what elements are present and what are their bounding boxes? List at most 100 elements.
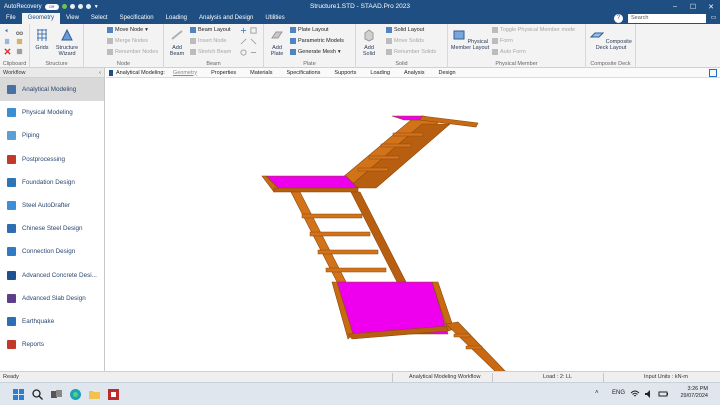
copy-icon[interactable] bbox=[4, 38, 11, 45]
search-input[interactable]: Search bbox=[628, 14, 706, 23]
generate-mesh-button[interactable]: Generate Mesh ▾ bbox=[290, 49, 341, 55]
beam-tool-icon[interactable] bbox=[240, 49, 247, 56]
workflow-item-physical-modeling[interactable]: Physical Modeling bbox=[0, 101, 104, 124]
file-explorer-icon[interactable] bbox=[88, 388, 101, 401]
insert-node-button[interactable]: Insert Node bbox=[190, 38, 226, 44]
move-solids-button[interactable]: Move Solids bbox=[386, 38, 424, 44]
renumber-nodes-button[interactable]: Renumber Nodes bbox=[107, 49, 158, 55]
add-solid-label: Add Solid bbox=[362, 45, 376, 57]
add-plate-icon bbox=[271, 31, 283, 39]
toggle-physical-member-button[interactable]: Toggle Physical Member mode bbox=[492, 27, 575, 33]
tread bbox=[392, 132, 424, 137]
page-control-handle[interactable] bbox=[109, 70, 113, 76]
physical-member-layout-button[interactable]: Physical Member Layout bbox=[450, 28, 490, 51]
parametric-models-button[interactable]: Parametric Models bbox=[290, 38, 344, 44]
minimize-button[interactable]: – bbox=[666, 0, 684, 13]
workflow-item-connection-design[interactable]: Connection Design bbox=[0, 240, 104, 263]
structure-wizard-button[interactable]: Structure Wizard bbox=[53, 28, 81, 57]
beam-layout-button[interactable]: Beam Layout bbox=[190, 27, 230, 33]
wifi-icon[interactable] bbox=[630, 389, 640, 399]
system-clock[interactable]: 3:26 PM 29/07/2024 bbox=[680, 386, 708, 400]
windows-start-icon[interactable] bbox=[12, 388, 25, 401]
task-view-icon[interactable] bbox=[50, 388, 63, 401]
beam-tool-icon[interactable] bbox=[250, 49, 257, 56]
subtab-geometry[interactable]: Geometry bbox=[173, 70, 197, 76]
paste-icon[interactable] bbox=[16, 38, 23, 45]
undo-icon[interactable] bbox=[69, 4, 75, 9]
beam-tool-icon[interactable] bbox=[240, 27, 247, 34]
tab-select[interactable]: Select bbox=[85, 13, 114, 24]
renumber-solids-icon bbox=[386, 49, 392, 55]
tab-loading[interactable]: Loading bbox=[160, 13, 193, 24]
delete-icon[interactable] bbox=[4, 48, 11, 55]
grids-button[interactable]: Grids bbox=[33, 28, 51, 51]
save-icon[interactable] bbox=[61, 4, 67, 9]
search-icon[interactable] bbox=[31, 388, 44, 401]
autorecovery-toggle[interactable]: Off bbox=[44, 3, 59, 10]
solid-layout-button[interactable]: Solid Layout bbox=[386, 27, 424, 33]
beam-tool-icon[interactable] bbox=[250, 38, 257, 45]
workflow-item-steel-autodrafter[interactable]: Steel AutoDrafter bbox=[0, 194, 104, 217]
run-analysis-icon[interactable] bbox=[85, 4, 91, 9]
redo-icon[interactable] bbox=[77, 4, 83, 9]
workflow-item-label: Chinese Steel Design bbox=[22, 225, 83, 233]
collapse-icon[interactable]: ‹ bbox=[99, 68, 101, 78]
subtab-analysis[interactable]: Analysis bbox=[404, 70, 424, 76]
subtab-design[interactable]: Design bbox=[438, 70, 455, 76]
close-button[interactable]: ✕ bbox=[702, 0, 720, 13]
volume-icon[interactable] bbox=[644, 389, 654, 399]
form-button[interactable]: Form bbox=[492, 38, 513, 44]
beam-tool-icon[interactable] bbox=[240, 38, 247, 45]
workflow-list: Analytical Modeling Physical Modeling Pipi… bbox=[0, 78, 104, 356]
tab-specification[interactable]: Specification bbox=[114, 13, 160, 24]
workflow-item-advanced-concrete-design[interactable]: Advanced Concrete Desi... bbox=[0, 264, 104, 287]
view-options-icon[interactable] bbox=[709, 69, 717, 77]
auto-form-button[interactable]: Auto Form bbox=[492, 49, 526, 55]
model-viewport[interactable] bbox=[106, 78, 720, 375]
tab-geometry[interactable]: Geometry bbox=[21, 13, 61, 24]
workflow-subtabs: Analytical Modeling: Geometry Properties… bbox=[106, 68, 720, 78]
move-node-label: Move Node bbox=[115, 27, 144, 33]
cut-icon[interactable] bbox=[16, 28, 23, 35]
workflow-item-earthquake[interactable]: Earthquake bbox=[0, 310, 104, 333]
subtab-materials[interactable]: Materials bbox=[250, 70, 272, 76]
subtab-loading[interactable]: Loading bbox=[370, 70, 390, 76]
tray-chevron-icon[interactable]: ˄ bbox=[595, 390, 599, 396]
customize-toolbar-icon[interactable]: ▼ bbox=[94, 4, 99, 10]
edge-browser-icon[interactable] bbox=[69, 388, 82, 401]
add-beam-button[interactable]: Add Beam bbox=[166, 28, 188, 57]
add-plate-button[interactable]: Add Plate bbox=[266, 28, 288, 57]
stretch-beam-button[interactable]: Stretch Beam bbox=[190, 49, 231, 55]
add-solid-button[interactable]: Add Solid bbox=[358, 28, 380, 57]
subtab-supports[interactable]: Supports bbox=[334, 70, 356, 76]
battery-icon[interactable] bbox=[658, 389, 669, 399]
language-indicator[interactable]: ENG bbox=[612, 390, 625, 396]
staad-pro-taskbar-icon[interactable] bbox=[107, 388, 120, 401]
beam-tool-icon[interactable] bbox=[250, 27, 257, 34]
plate-layout-button[interactable]: Plate Layout bbox=[290, 27, 329, 33]
add-solid-icon bbox=[364, 29, 374, 42]
subtab-properties[interactable]: Properties bbox=[211, 70, 236, 76]
plate-group: Add Plate Plate Layout Parametric Models… bbox=[264, 24, 356, 68]
tab-view[interactable]: View bbox=[60, 13, 85, 24]
tab-file[interactable]: File bbox=[0, 13, 22, 24]
move-node-button[interactable]: Move Node ▾ bbox=[107, 27, 148, 33]
subtab-specifications[interactable]: Specifications bbox=[286, 70, 320, 76]
composite-deck-layout-button[interactable]: Composite Deck Layout bbox=[589, 28, 632, 51]
properties-icon[interactable] bbox=[16, 48, 23, 55]
workflow-item-foundation-design[interactable]: Foundation Design bbox=[0, 171, 104, 194]
renumber-solids-button[interactable]: Renumber Solids bbox=[386, 49, 436, 55]
merge-nodes-button[interactable]: Merge Nodes bbox=[107, 38, 148, 44]
maximize-button[interactable]: ☐ bbox=[684, 0, 702, 13]
tab-utilities[interactable]: Utilities bbox=[259, 13, 290, 24]
workflow-item-reports[interactable]: Reports bbox=[0, 333, 104, 356]
user-icon[interactable]: ▭ bbox=[709, 14, 718, 23]
workflow-item-advanced-slab-design[interactable]: Advanced Slab Design bbox=[0, 287, 104, 310]
workflow-item-piping[interactable]: Piping bbox=[0, 124, 104, 147]
workflow-item-analytical-modeling[interactable]: Analytical Modeling bbox=[0, 78, 104, 102]
tab-analysis-design[interactable]: Analysis and Design bbox=[193, 13, 259, 24]
help-icon[interactable]: ? bbox=[614, 14, 623, 23]
undo-icon[interactable] bbox=[4, 28, 11, 35]
workflow-item-chinese-steel-design[interactable]: Chinese Steel Design bbox=[0, 217, 104, 240]
workflow-item-postprocessing[interactable]: Postprocessing bbox=[0, 148, 104, 171]
